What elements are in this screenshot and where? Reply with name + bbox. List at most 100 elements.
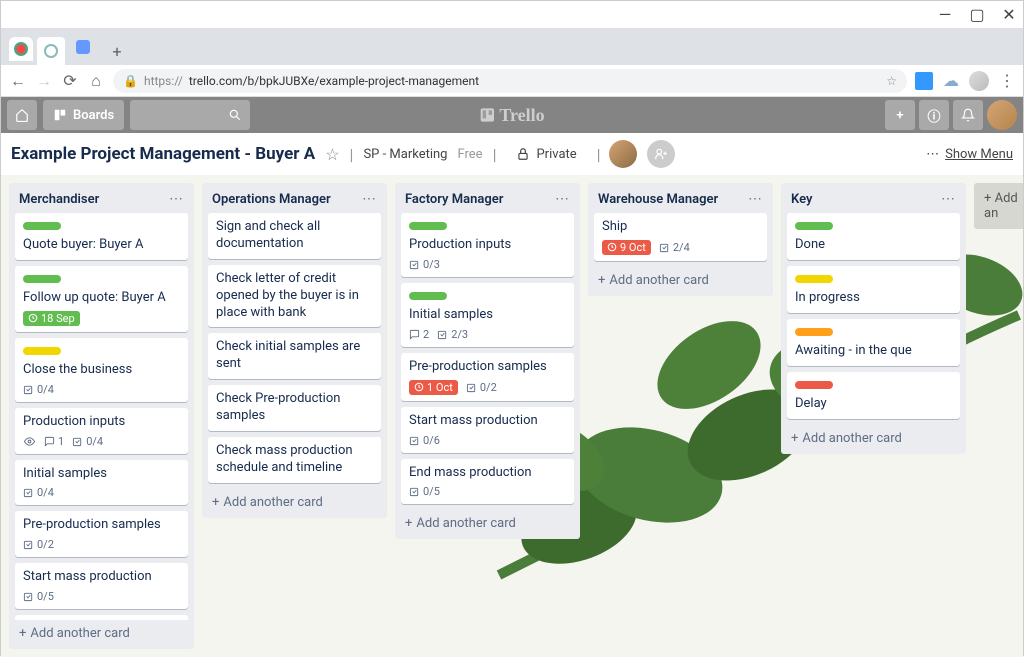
browser-tab-1[interactable] bbox=[9, 37, 33, 61]
card-title: Production inputs bbox=[23, 414, 180, 431]
list-menu-button[interactable]: ⋯ bbox=[362, 191, 377, 207]
list-title[interactable]: Operations Manager bbox=[212, 192, 331, 207]
card[interactable]: Done bbox=[787, 213, 960, 260]
card-label[interactable] bbox=[23, 347, 61, 355]
browser-tab-bar: + bbox=[1, 29, 1023, 65]
browser-tab-3[interactable] bbox=[69, 33, 97, 61]
list-menu-button[interactable]: ⋯ bbox=[169, 191, 184, 207]
card[interactable]: Close the business 0/4 bbox=[15, 338, 188, 402]
list-title[interactable]: Merchandiser bbox=[19, 192, 99, 207]
card-title: Sign and check all documentation bbox=[216, 219, 373, 253]
maximize-button[interactable]: ▢ bbox=[971, 9, 983, 21]
card[interactable]: In progress bbox=[787, 266, 960, 313]
card[interactable]: Sign and check all documentation bbox=[208, 213, 381, 259]
list-menu-button[interactable]: ⋯ bbox=[555, 191, 570, 207]
boards-button[interactable]: Boards bbox=[43, 100, 124, 130]
card[interactable]: Initial samples 22/3 bbox=[401, 283, 574, 347]
card[interactable]: Check initial samples are sent bbox=[208, 333, 381, 379]
back-button[interactable]: ← bbox=[9, 72, 27, 90]
minimize-button[interactable]: — bbox=[939, 9, 951, 21]
list-title[interactable]: Key bbox=[791, 192, 812, 207]
reload-button[interactable]: ⟳ bbox=[61, 72, 79, 90]
card[interactable]: Initial samples 0/4 bbox=[15, 460, 188, 506]
card-label[interactable] bbox=[409, 222, 447, 230]
card[interactable]: Start mass production 0/6 bbox=[401, 407, 574, 453]
card[interactable]: Ship 9 Oct2/4 bbox=[594, 213, 767, 261]
card-label[interactable] bbox=[23, 222, 61, 230]
add-card-button[interactable]: + Add another card bbox=[594, 267, 767, 290]
list-cards: Ship 9 Oct2/4 bbox=[594, 213, 767, 267]
forward-button[interactable]: → bbox=[35, 72, 53, 90]
card-title: Start mass production bbox=[409, 413, 566, 430]
add-card-button[interactable]: + Add another card bbox=[401, 510, 574, 533]
card[interactable]: End mass production 0/5 bbox=[401, 459, 574, 505]
home-button[interactable]: ⌂ bbox=[87, 72, 105, 90]
new-tab-button[interactable]: + bbox=[107, 41, 127, 61]
browser-nav-bar: ← → ⟳ ⌂ 🔒 https://trello.com/b/bpkJUBXe/… bbox=[1, 65, 1023, 97]
card[interactable]: Check letter of credit opened by the buy… bbox=[208, 265, 381, 328]
card-title: Initial samples bbox=[23, 466, 180, 483]
due-date-badge: 9 Oct bbox=[602, 240, 651, 255]
user-avatar[interactable] bbox=[987, 100, 1017, 130]
search-input[interactable] bbox=[130, 100, 250, 130]
add-list-button[interactable]: + Add an bbox=[974, 183, 1023, 229]
card-title: Follow up quote: Buyer A bbox=[23, 290, 180, 307]
url-protocol: https:// bbox=[144, 74, 183, 88]
card[interactable]: Pre-production samples 1 Oct0/2 bbox=[401, 353, 574, 401]
plan-badge: Free bbox=[457, 147, 482, 162]
list-title[interactable]: Factory Manager bbox=[405, 192, 503, 207]
star-icon[interactable]: ☆ bbox=[325, 145, 339, 164]
visibility-button[interactable]: Private bbox=[506, 140, 586, 168]
notifications-button[interactable] bbox=[953, 100, 983, 130]
browser-tab-active[interactable] bbox=[37, 37, 65, 65]
card[interactable]: Check Pre-production samples bbox=[208, 385, 381, 431]
add-card-button[interactable]: + Add another card bbox=[208, 489, 381, 512]
card-title: In progress bbox=[795, 290, 952, 307]
workspace-name[interactable]: SP - Marketing bbox=[363, 147, 447, 162]
address-bar[interactable]: 🔒 https://trello.com/b/bpkJUBXe/example-… bbox=[113, 69, 907, 93]
list-menu-button[interactable]: ⋯ bbox=[941, 191, 956, 207]
card-label[interactable] bbox=[795, 275, 833, 283]
home-icon-button[interactable] bbox=[7, 100, 37, 130]
board-title[interactable]: Example Project Management - Buyer A bbox=[11, 144, 315, 164]
list: Operations Manager ⋯ Sign and check all … bbox=[202, 183, 387, 518]
info-button[interactable]: ⓘ bbox=[919, 100, 949, 130]
browser-menu-icon[interactable]: ⋮ bbox=[999, 71, 1015, 90]
card-title: Check Pre-production samples bbox=[216, 391, 373, 425]
card[interactable]: Production inputs 10/4 bbox=[15, 408, 188, 454]
card-label[interactable] bbox=[795, 381, 833, 389]
add-card-button[interactable]: + Add another card bbox=[15, 620, 188, 643]
card[interactable]: Follow up quote: Buyer A 18 Sep bbox=[15, 266, 188, 332]
extension-icon-1[interactable] bbox=[915, 72, 933, 90]
card-label[interactable] bbox=[23, 275, 61, 283]
card-title: Awaiting - in the que bbox=[795, 343, 952, 360]
card-title: Check letter of credit opened by the buy… bbox=[216, 271, 373, 322]
list-title[interactable]: Warehouse Manager bbox=[598, 192, 718, 207]
card-label[interactable] bbox=[795, 222, 833, 230]
card[interactable]: Quote buyer: Buyer A bbox=[15, 213, 188, 260]
show-menu-button[interactable]: Show Menu bbox=[945, 147, 1013, 162]
card[interactable]: Pre-production samples 0/2 bbox=[15, 511, 188, 557]
extension-icon-2[interactable]: ☁ bbox=[943, 71, 959, 90]
trello-logo[interactable]: Trello bbox=[479, 105, 544, 126]
list-menu-button[interactable]: ⋯ bbox=[748, 191, 763, 207]
bookmark-star-icon[interactable]: ☆ bbox=[886, 74, 897, 88]
card-title: Done bbox=[795, 237, 952, 254]
card-title: Delay bbox=[795, 396, 952, 413]
card-label[interactable] bbox=[795, 328, 833, 336]
card[interactable]: Start mass production 0/5 bbox=[15, 563, 188, 609]
profile-avatar[interactable] bbox=[969, 71, 989, 91]
create-button[interactable]: + bbox=[885, 100, 915, 130]
card[interactable]: Delay bbox=[787, 372, 960, 419]
card[interactable]: Awaiting - in the que bbox=[787, 319, 960, 366]
add-member-button[interactable] bbox=[647, 140, 675, 168]
url-text: trello.com/b/bpkJUBXe/example-project-ma… bbox=[189, 74, 479, 88]
add-card-button[interactable]: + Add another card bbox=[787, 425, 960, 448]
card[interactable]: Production inputs 0/3 bbox=[401, 213, 574, 277]
board-member-1[interactable] bbox=[609, 140, 637, 168]
board-canvas[interactable]: Merchandiser ⋯ Quote buyer: Buyer A Foll… bbox=[1, 175, 1023, 657]
card[interactable]: Check mass production schedule and timel… bbox=[208, 437, 381, 483]
checklist-badge: 0/3 bbox=[409, 258, 440, 271]
card-label[interactable] bbox=[409, 292, 447, 300]
close-window-button[interactable]: ✕ bbox=[1003, 9, 1015, 21]
